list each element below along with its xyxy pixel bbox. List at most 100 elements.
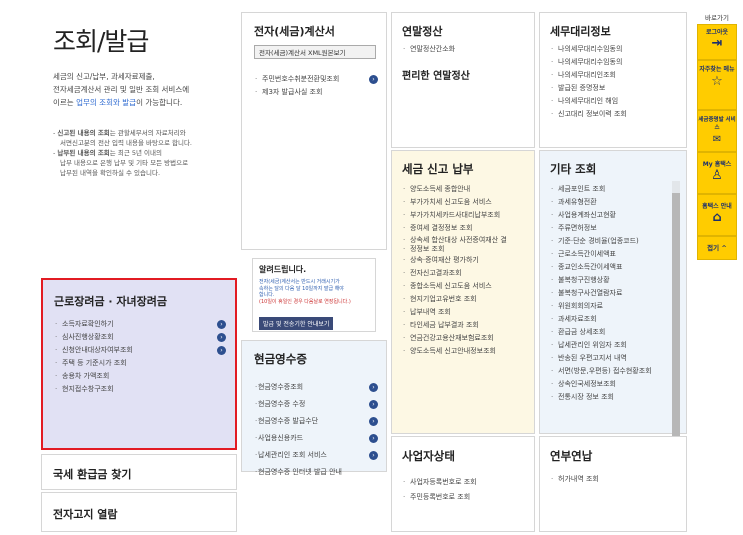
list-item[interactable]: 납세관리인 조회 서비스› — [254, 447, 382, 464]
list-item[interactable]: 전자신고결과조회 — [402, 267, 532, 280]
list-item[interactable]: 나의세무대리수임동의 — [550, 56, 682, 69]
ebill-box[interactable]: 전자고지 열람 — [41, 492, 237, 532]
list-item[interactable]: 종교인소득간이세액표 — [550, 261, 672, 274]
list-item[interactable]: 양도소득세 종합안내 — [402, 183, 532, 196]
list-item[interactable]: 근로소득간이세액표 — [550, 248, 672, 261]
list-item[interactable]: 납부내역 조회 — [402, 306, 532, 319]
list-item-cont[interactable]: 정정보 조회 — [402, 245, 532, 254]
refund-box[interactable]: 국세 환급금 찾기 — [41, 454, 237, 490]
quick-heading: 바로가기 — [705, 14, 729, 22]
cert-service-button[interactable]: 세금증명발 서비스 ✉ — [697, 110, 737, 152]
list-item[interactable]: 위원회회의자료 — [550, 300, 672, 313]
list-item[interactable]: 환급금 상세조회 — [550, 326, 672, 339]
list-item[interactable]: 상속세 합산대상 사전증여재산 결 — [402, 235, 532, 245]
list-item[interactable]: 과세유형전환 — [550, 196, 672, 209]
arrow-icon: › — [217, 346, 226, 355]
agent-title[interactable]: 세무대리정보 — [550, 23, 611, 39]
home-icon: ⌂ — [712, 210, 722, 225]
notice-guide-button[interactable]: 발급 및 전송기한 안내보기 — [259, 317, 334, 330]
list-item[interactable]: 세금포인트 조회 — [550, 183, 672, 196]
list-item[interactable]: 나의세무대리수임동의 — [550, 43, 682, 56]
yearend-title[interactable]: 연말정산 — [402, 23, 442, 39]
biz-title[interactable]: 사업자상태 — [402, 448, 455, 464]
desc-line: 전자세금계산서 관리 및 일반 조회 서비스에 — [53, 85, 190, 94]
list-item[interactable]: 소득자료확인하기› — [54, 318, 230, 331]
document-icon: ✉ — [712, 134, 722, 145]
notes: - 신고된 내용의 조회는 관할세무서의 자료처리와 서면신고분의 전산 입력 … — [53, 129, 192, 177]
etax-title[interactable]: 전자(세금)계산서 — [254, 23, 335, 39]
notice-box: 알려드립니다. 전자(세금)계산서는 반드시 거래시기가 속하는 달의 다음 달… — [252, 258, 376, 332]
collapse-button[interactable]: 접기 ^ — [697, 236, 737, 260]
other-title[interactable]: 기타 조회 — [550, 161, 596, 177]
list-item[interactable]: 반송된 우편고지서 내역 — [550, 352, 672, 365]
list-item[interactable]: 전통시장 정보 조회 — [550, 391, 672, 404]
desc-highlight: 업무의 조회와 발급 — [76, 98, 137, 107]
list-item[interactable]: 주민번호수취분전환및조회› — [254, 73, 382, 86]
logout-button[interactable]: 로그아웃 ⇥ — [697, 24, 737, 60]
labor-box: 근로장려금 · 자녀장려금 소득자료확인하기› 심사진행상황조회› 신청안내대상… — [41, 278, 237, 450]
biz-box: 사업자상태 사업자등록번호로 조회 주민등록번호로 조회 — [391, 436, 535, 532]
etax-xml-button[interactable]: 전자(세금)계산서 XML원본보기 — [254, 45, 376, 59]
list-item[interactable]: 종합소득세 신고도움 서비스 — [402, 280, 532, 293]
list-item[interactable]: 발급된 증명정보 — [550, 82, 682, 95]
list-item[interactable]: 제3자 발급사실 조회 — [254, 86, 382, 99]
list-item[interactable]: 상속·증여재산 평가하기 — [402, 254, 532, 267]
my-hometax-button[interactable]: My 홈택스 ♙ — [697, 152, 737, 194]
list-item[interactable]: 현금영수증조회› — [254, 379, 382, 396]
list-item[interactable]: 상속인국세정보조회 — [550, 378, 672, 391]
list-item[interactable]: 심사진행상황조회› — [54, 331, 230, 344]
list-item[interactable]: 서면(방문,우편등) 접수현황조회 — [550, 365, 672, 378]
list-item[interactable]: 송용차 가액조회 — [54, 370, 230, 383]
list-item[interactable]: 타인세금 납부결과 조회 — [402, 319, 532, 332]
list-item[interactable]: 연금건강고용산재보험료조회 — [402, 332, 532, 345]
cash-title[interactable]: 현금영수증 — [254, 351, 307, 367]
list-item[interactable]: 사업용계좌신고현황 — [550, 209, 672, 222]
arrow-icon: › — [369, 451, 378, 460]
pension-list: 허가내역 조회 — [550, 473, 680, 486]
list-item[interactable]: 양도소득세 신고안내정보조회 — [402, 345, 532, 358]
arrow-icon: › — [369, 417, 378, 426]
yearend-subtitle[interactable]: 편리한 연말정산 — [402, 67, 470, 82]
list-item[interactable]: 주류면허정보 — [550, 222, 672, 235]
taxreport-title[interactable]: 세금 신고 납부 — [402, 161, 474, 177]
labor-title[interactable]: 근로장려금 · 자녀장려금 — [54, 293, 167, 309]
scrollbar[interactable] — [672, 181, 680, 443]
arrow-icon: › — [217, 333, 226, 342]
list-item[interactable]: 사업자등록번호로 조회 — [402, 475, 530, 490]
list-item[interactable]: 과세자료조회 — [550, 313, 672, 326]
list-item[interactable]: 나의세무대리인조회 — [550, 69, 682, 82]
list-item[interactable]: 현금영수증 수정› — [254, 396, 382, 413]
list-item[interactable]: 신청안내대상자여부조회› — [54, 344, 230, 357]
list-item[interactable]: 불복청구진행상황 — [550, 274, 672, 287]
list-item[interactable]: 사업용신용카드› — [254, 430, 382, 447]
scrollbar-thumb[interactable] — [672, 193, 680, 443]
list-item[interactable]: 불복청구사건열람자료 — [550, 287, 672, 300]
list-item[interactable]: 나의세무대리인 해임 — [550, 95, 682, 108]
etax-box: 전자(세금)계산서 전자(세금)계산서 XML원본보기 주민번호수취분전환및조회… — [241, 12, 387, 250]
refund-title[interactable]: 국세 환급금 찾기 — [53, 466, 132, 482]
logout-icon: ⇥ — [711, 36, 723, 51]
list-item[interactable]: 주민등록번호로 조회 — [402, 490, 530, 505]
list-item[interactable]: 부가가치세카드사대리납부조회 — [402, 209, 532, 222]
list-item[interactable]: 현금영수증 인터넷 발급 안내 — [254, 464, 382, 481]
ebill-title[interactable]: 전자고지 열람 — [53, 506, 118, 522]
list-item[interactable]: 증여세 결정정보 조회 — [402, 222, 532, 235]
list-item[interactable]: 연말정산간소화 — [402, 43, 528, 56]
other-box: 기타 조회 세금포인트 조회 과세유형전환 사업용계좌신고현황 주류면허정보 기… — [539, 150, 687, 443]
list-item[interactable]: 부가가치세 신고도움 서비스 — [402, 196, 532, 209]
list-item[interactable]: 현지기업고유번호 조회 — [402, 293, 532, 306]
taxreport-list: 양도소득세 종합안내 부가가치세 신고도움 서비스 부가가치세카드사대리납부조회… — [402, 183, 532, 358]
list-item[interactable]: 주택 등 기준시가 조회 — [54, 357, 230, 370]
desc-line: 세금의 신고/납부, 과세자료제출, — [53, 72, 155, 81]
list-item[interactable]: 현금영수증 발급수단› — [254, 413, 382, 430]
desc-line: 이르는 업무의 조회와 발급이 가능합니다. — [53, 98, 183, 107]
list-item[interactable]: 현지접수창구조회 — [54, 383, 230, 396]
pension-title[interactable]: 연부연납 — [550, 448, 592, 464]
arrow-icon: › — [369, 383, 378, 392]
list-item[interactable]: 납세관리인 위임자 조회 — [550, 339, 672, 352]
list-item[interactable]: 허가내역 조회 — [550, 473, 680, 486]
hometax-guide-button[interactable]: 홈택스 안내 ⌂ — [697, 194, 737, 236]
faq-menu-button[interactable]: 자주찾는 메뉴 ☆ — [697, 60, 737, 110]
list-item[interactable]: 신고대리 정보이력 조회 — [550, 108, 682, 121]
list-item[interactable]: 기준·단순 경비율(업종코드) — [550, 235, 672, 248]
